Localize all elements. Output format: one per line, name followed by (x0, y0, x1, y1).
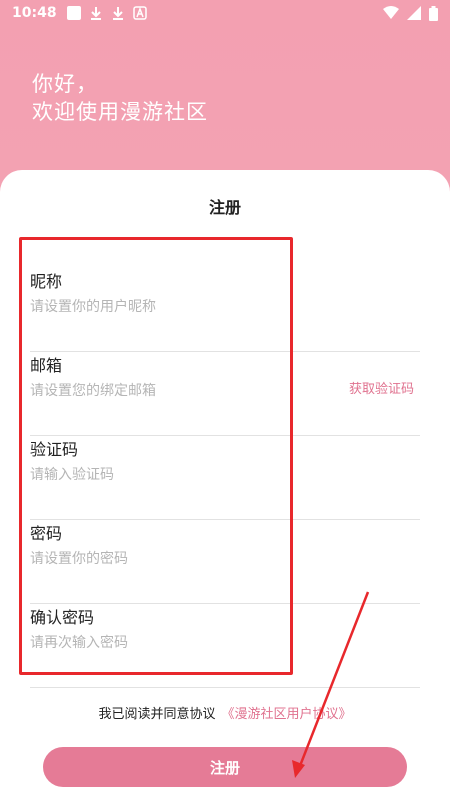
greeting-line-1: 你好， (32, 72, 98, 96)
nickname-field: 昵称 (30, 268, 420, 352)
greeting-line-2: 欢迎使用漫游社区 (32, 100, 208, 124)
status-time: 10:48 (12, 5, 57, 21)
notification-square-icon (66, 6, 81, 20)
verification-code-label: 验证码 (30, 440, 79, 459)
page-title: 注册 (208, 198, 241, 217)
greeting: 你好， 欢迎使用漫游社区 (32, 70, 208, 126)
register-button[interactable]: 注册 (43, 747, 407, 787)
agreement-row: 我已阅读并同意协议 《漫游社区用户协议》 (0, 703, 450, 722)
confirm-password-label: 确认密码 (30, 608, 95, 627)
download-icon (112, 7, 123, 20)
status-right-icons (383, 5, 438, 21)
email-field: 邮箱 获取验证码 (30, 352, 420, 436)
wifi-icon (383, 6, 399, 19)
app-a-icon (132, 6, 147, 20)
password-input[interactable] (30, 548, 330, 570)
battery-icon (429, 5, 438, 21)
nickname-label: 昵称 (30, 272, 63, 291)
password-label: 密码 (30, 524, 63, 543)
password-field: 密码 (30, 520, 420, 604)
verification-code-input[interactable] (30, 464, 330, 486)
agreement-text: 我已阅读并同意协议 (98, 707, 216, 722)
user-agreement-link[interactable]: 《漫游社区用户协议》 (222, 707, 352, 722)
confirm-password-field: 确认密码 (30, 604, 420, 688)
get-verification-code-button[interactable]: 获取验证码 (349, 378, 414, 397)
email-input[interactable] (30, 380, 330, 402)
status-bar: 10:48 (0, 0, 450, 26)
download-icon (90, 7, 101, 20)
nickname-input[interactable] (30, 296, 330, 318)
signal-icon (407, 6, 421, 20)
status-left-icons (66, 6, 147, 20)
confirm-password-input[interactable] (30, 632, 330, 654)
register-card: 注册 昵称 邮箱 获取验证码 验证码 密码 确认密码 我已阅读并同意协议《漫游社… (0, 170, 450, 800)
email-label: 邮箱 (30, 356, 63, 375)
verification-code-field: 验证码 (30, 436, 420, 520)
